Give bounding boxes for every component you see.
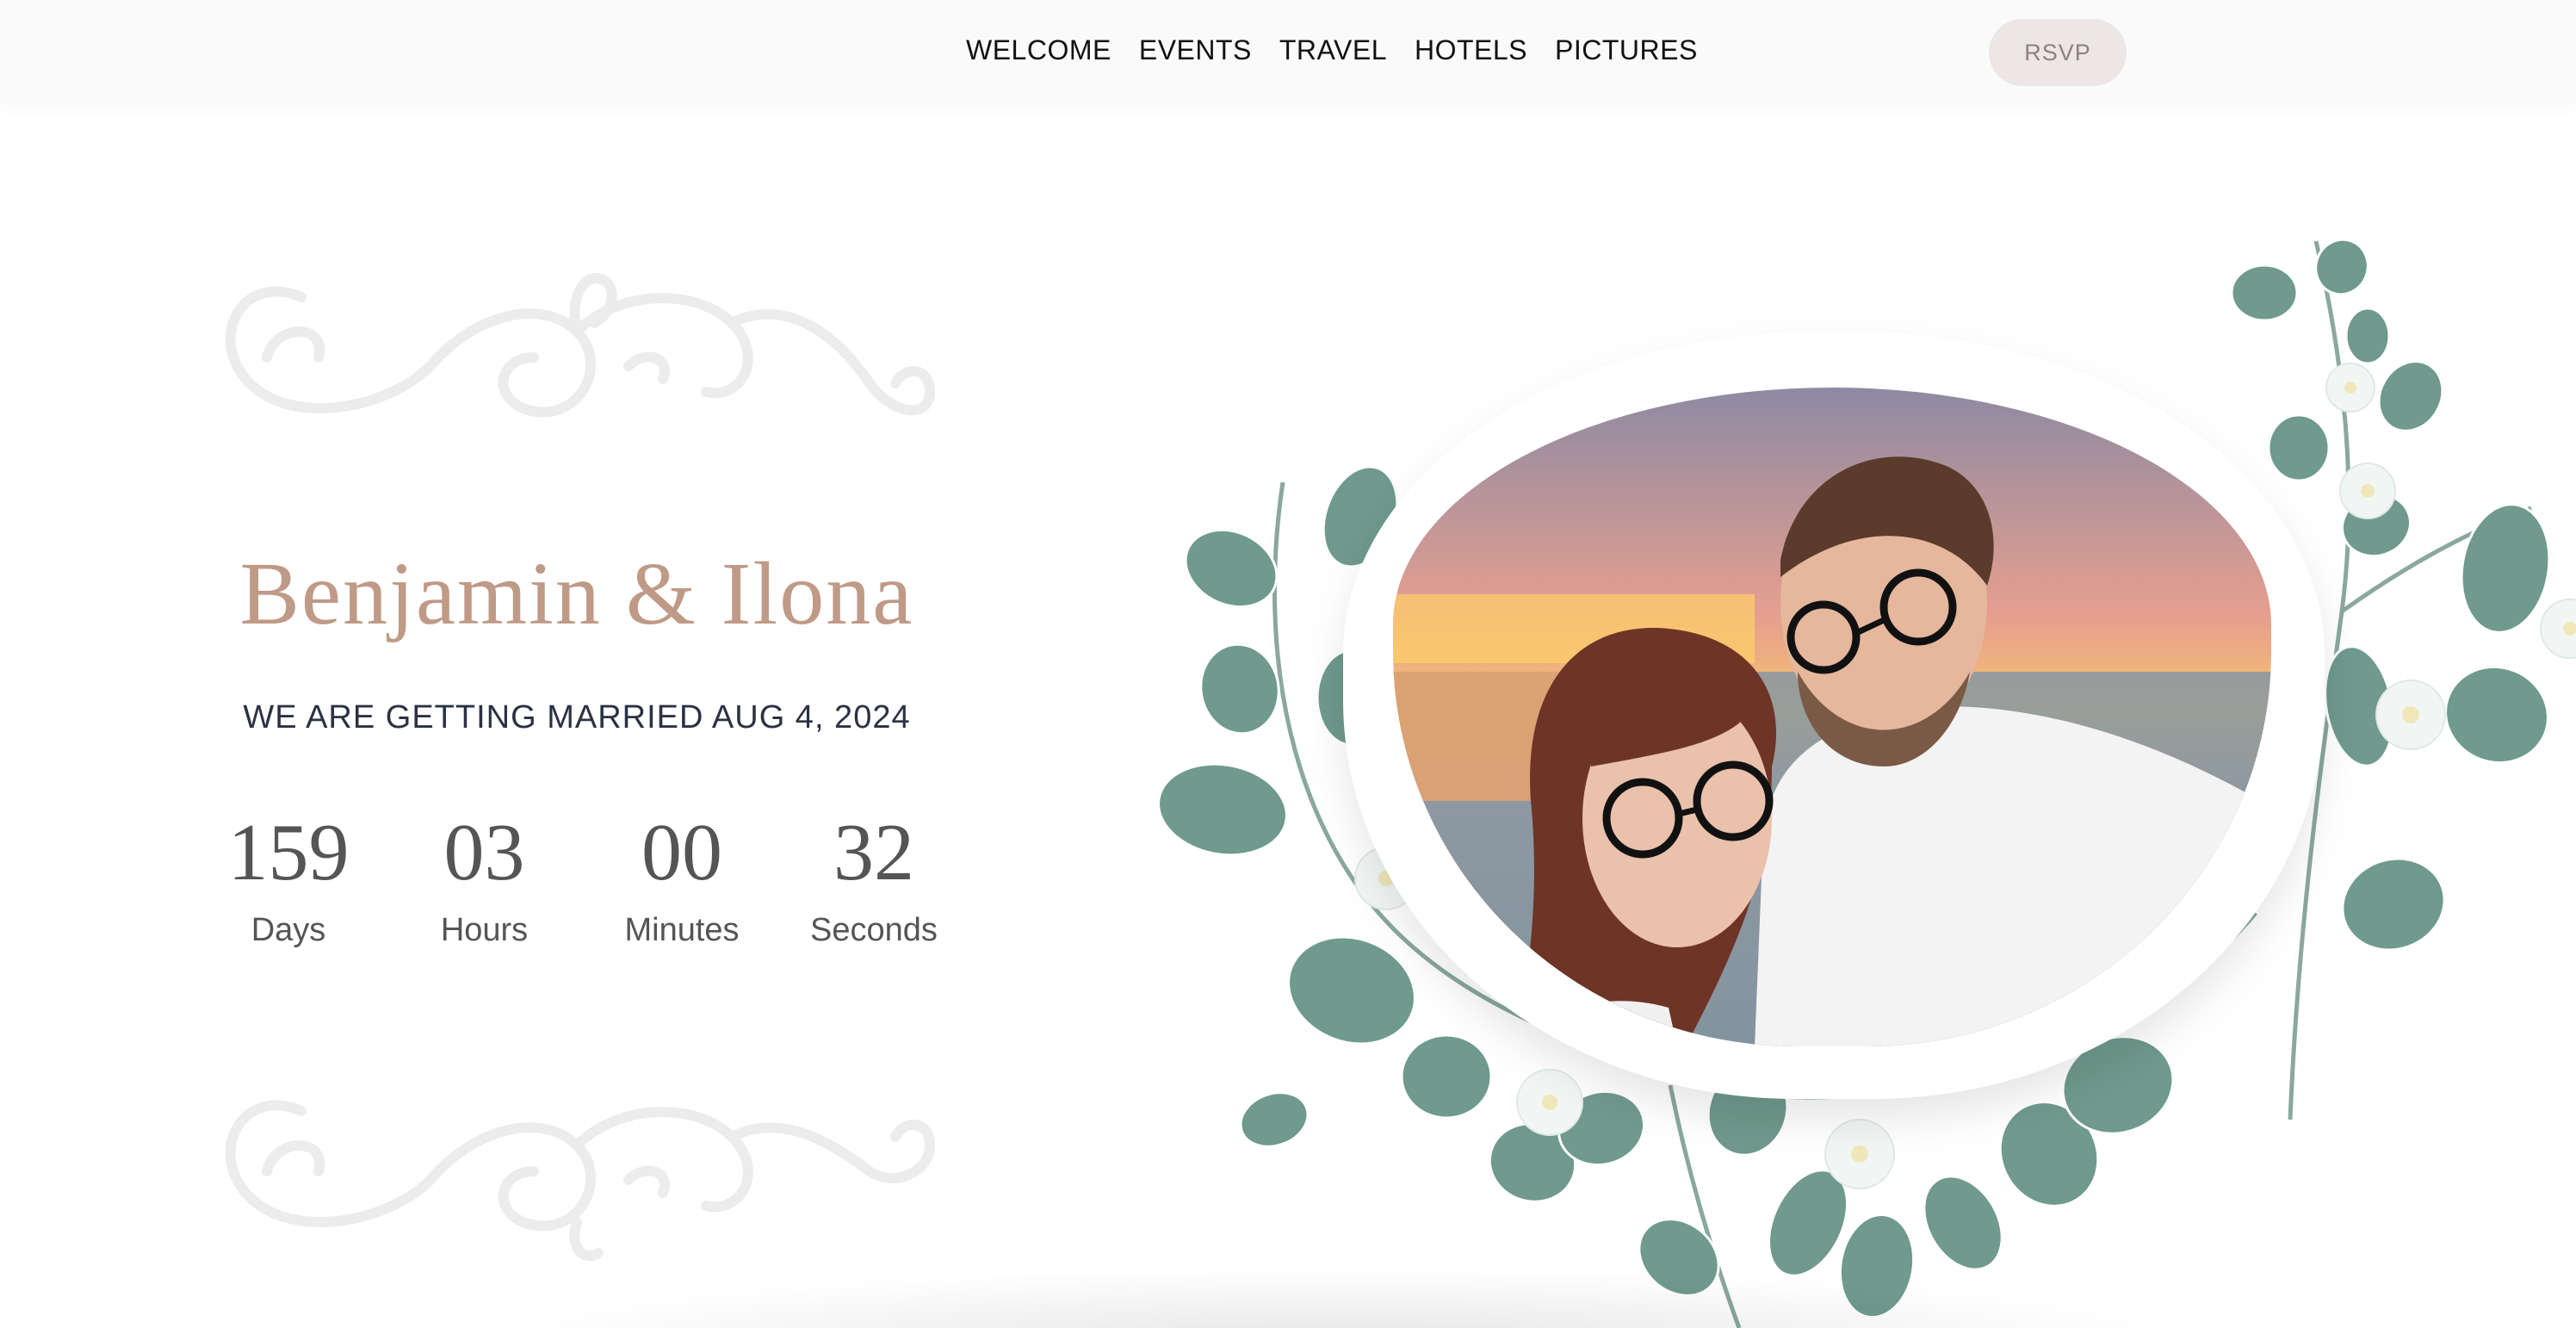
flourish-ornament-bottom	[225, 1100, 936, 1262]
rsvp-button[interactable]: RSVP	[1989, 19, 2127, 86]
countdown-hours-value: 03	[443, 808, 525, 897]
countdown-timer: 159 Days 03 Hours 00 Minutes 32 Seconds	[215, 805, 947, 977]
page-bottom-shadow	[482, 1266, 2204, 1328]
countdown-days-value: 159	[227, 808, 350, 897]
countdown-days: 159 Days	[215, 805, 362, 949]
countdown-seconds-value: 32	[833, 808, 914, 897]
countdown-minutes-label: Minutes	[624, 912, 740, 948]
countdown-hours-label: Hours	[440, 912, 529, 948]
couple-names-heading: Benjamin & Ilona	[239, 544, 914, 643]
top-navigation-bar: WELCOME EVENTS TRAVEL HOTELS PICTURES RS…	[0, 0, 2576, 103]
nav-link-travel[interactable]: TRAVEL	[1279, 33, 1387, 68]
countdown-hours: 03 Hours	[422, 805, 547, 949]
wedding-date-tagline: WE ARE GETTING MARRIED AUG 4, 2024	[243, 699, 911, 735]
nav-link-welcome[interactable]: WELCOME	[966, 33, 1112, 68]
wedding-landing-page: WELCOME EVENTS TRAVEL HOTELS PICTURES RS…	[0, 0, 2576, 1328]
nav-link-hotels[interactable]: HOTELS	[1415, 33, 1527, 68]
nav-link-events[interactable]: EVENTS	[1139, 33, 1252, 68]
countdown-seconds: 32 Seconds	[801, 805, 947, 949]
flourish-ornament-top	[225, 273, 936, 418]
nav-link-pictures[interactable]: PICTURES	[1555, 33, 1698, 68]
countdown-days-label: Days	[251, 912, 326, 948]
countdown-minutes-value: 00	[641, 808, 722, 897]
main-nav: WELCOME EVENTS TRAVEL HOTELS PICTURES	[966, 33, 1698, 68]
countdown-seconds-label: Seconds	[810, 912, 938, 948]
countdown-minutes: 00 Minutes	[604, 805, 759, 949]
